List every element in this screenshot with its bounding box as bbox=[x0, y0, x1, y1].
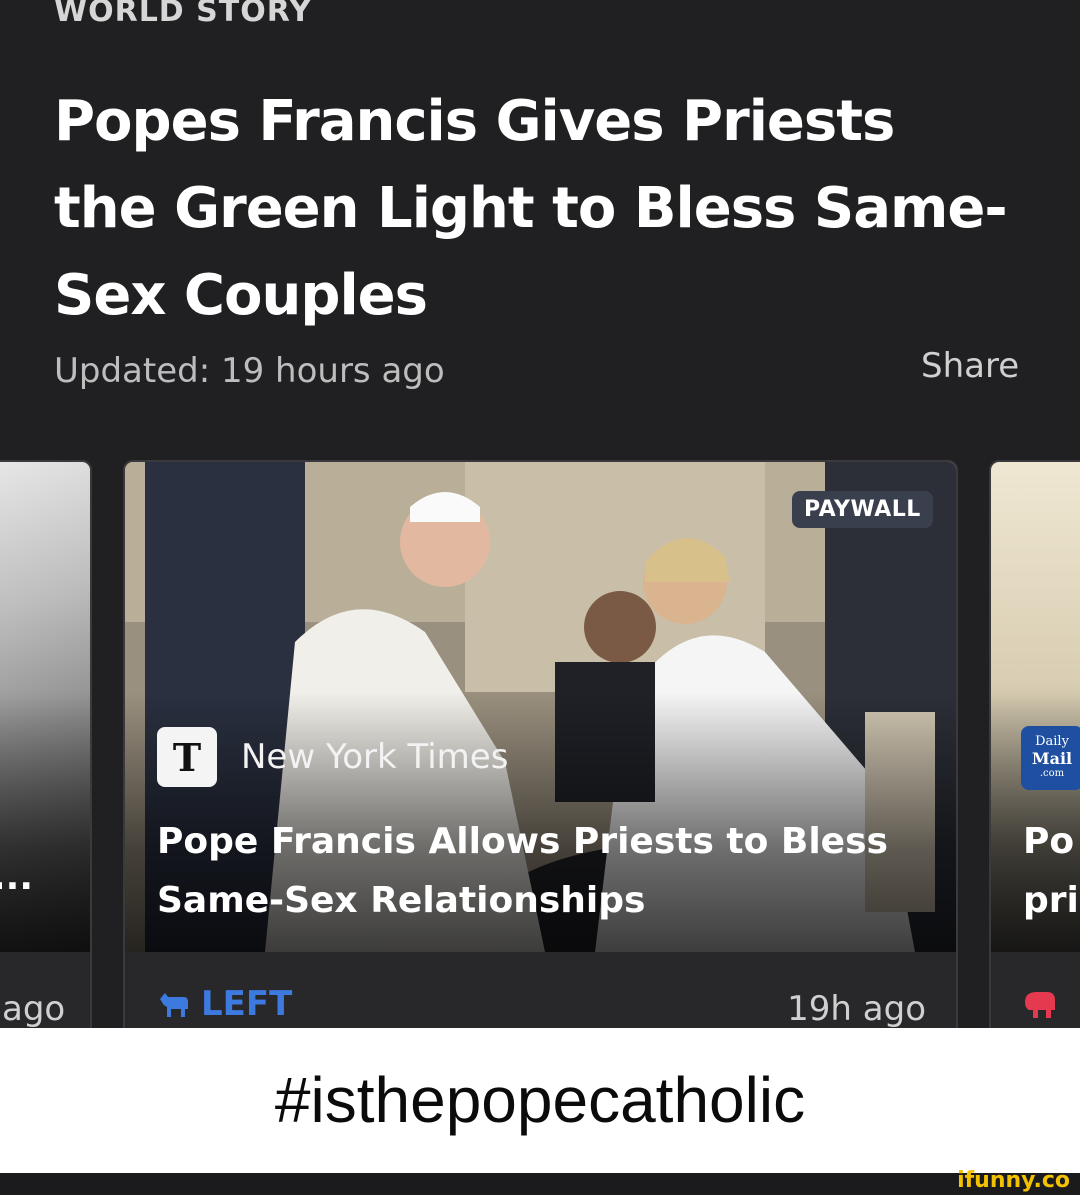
news-app-screen: WORLD STORY Popes Francis Gives Priests … bbox=[0, 0, 1080, 1028]
bias-label: LEFT bbox=[201, 984, 293, 1024]
updated-timestamp: Updated: 19 hours ago bbox=[54, 351, 445, 391]
hashtag-caption: #isthepopecatholic bbox=[274, 1064, 806, 1136]
section-label: WORLD STORY bbox=[54, 0, 312, 29]
story-card-main[interactable]: PAYWALL T New York Times Pope Francis Al… bbox=[123, 460, 958, 1028]
share-button[interactable]: Share bbox=[921, 341, 1019, 391]
card-right-photo: Daily Mail .com Po pri bbox=[991, 462, 1080, 952]
story-card-left[interactable]: ... ago bbox=[0, 460, 92, 1028]
story-headline: Popes Francis Gives Priests the Green Li… bbox=[54, 89, 1008, 328]
card-main-photo: PAYWALL T New York Times Pope Francis Al… bbox=[125, 462, 956, 952]
card-left-photo: ... bbox=[0, 462, 90, 952]
ifunny-watermark: ifunny.co bbox=[957, 1168, 1070, 1193]
donkey-icon bbox=[160, 993, 188, 1017]
card-main-time: 19h ago bbox=[787, 989, 926, 1028]
card-left-title-tail: ... bbox=[0, 857, 34, 898]
card-right-title: Po pri bbox=[1023, 821, 1079, 921]
card-left-time: ago bbox=[2, 989, 66, 1028]
source-name: New York Times bbox=[241, 737, 509, 777]
bias-indicator: LEFT bbox=[157, 984, 292, 1024]
story-card-right[interactable]: Daily Mail .com Po pri bbox=[989, 460, 1080, 1028]
nyt-logo-icon: T bbox=[157, 727, 217, 787]
elephant-icon bbox=[1025, 992, 1055, 1018]
daily-mail-logo-icon: Daily Mail .com bbox=[1021, 726, 1080, 790]
paywall-badge: PAYWALL bbox=[792, 491, 933, 528]
footer-bar bbox=[0, 1173, 1080, 1195]
card-main-title: Pope Francis Allows Priests to Bless Sam… bbox=[157, 821, 888, 921]
